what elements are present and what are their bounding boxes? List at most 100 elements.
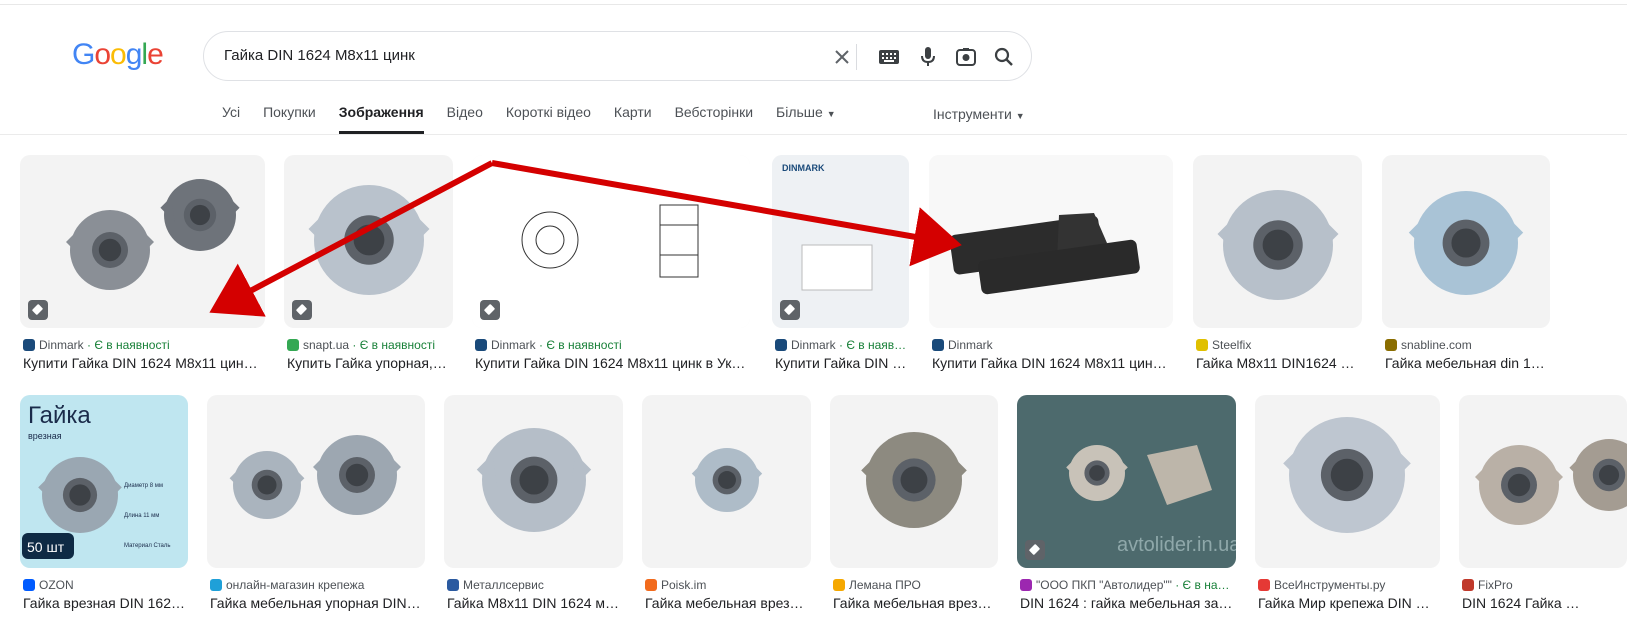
image-result-card[interactable]: онлайн-магазин крепежа Гайка мебельная уп… bbox=[207, 395, 425, 618]
tab-more[interactable]: Більше ▼ bbox=[776, 104, 836, 134]
result-thumbnail[interactable] bbox=[284, 155, 453, 328]
result-source[interactable]: Poisk.im bbox=[645, 578, 814, 592]
ozon-count: 50 шт bbox=[27, 539, 65, 555]
stock-status: · Є в наявності bbox=[535, 338, 622, 352]
search-box[interactable]: Гайка DIN 1624 M8x11 цинк bbox=[203, 31, 1032, 81]
result-title[interactable]: Купити Гайка DIN 1624 M8x11 цин… bbox=[932, 355, 1176, 371]
thumbnail-image bbox=[691, 448, 763, 512]
result-thumbnail[interactable] bbox=[642, 395, 811, 568]
tab-images[interactable]: Зображення bbox=[338, 104, 424, 134]
site-favicon-icon bbox=[645, 579, 657, 591]
result-title[interactable]: Гайка мебельная din 1… bbox=[1385, 355, 1553, 371]
site-favicon-icon bbox=[447, 579, 459, 591]
result-thumbnail[interactable]: avtolider.in.ua bbox=[1017, 395, 1236, 568]
result-source[interactable]: snapt.ua · Є в наявності bbox=[287, 338, 456, 352]
tab-shopping[interactable]: Покупки bbox=[263, 104, 316, 134]
site-favicon-icon bbox=[23, 579, 35, 591]
thumbnail-image bbox=[861, 432, 967, 528]
image-result-card[interactable]: Dinmark · Є в наявності Купити Гайка DIN … bbox=[472, 155, 750, 378]
chevron-down-icon: ▼ bbox=[826, 109, 836, 119]
image-result-card[interactable]: Лемана ПРО Гайка мебельная врез… bbox=[830, 395, 998, 618]
result-title[interactable]: Гайка мебельная врез… bbox=[833, 595, 1001, 611]
clear-icon[interactable] bbox=[829, 44, 855, 70]
top-divider bbox=[0, 4, 1627, 5]
image-result-card[interactable]: Dinmark · Є в наявності Купити Гайка DIN … bbox=[20, 155, 265, 378]
result-source[interactable]: Лемана ПРО bbox=[833, 578, 1001, 592]
image-result-card[interactable]: FixPro DIN 1624 Гайка … bbox=[1459, 395, 1627, 618]
image-result-card[interactable]: snapt.ua · Є в наявності Купить Гайка упо… bbox=[284, 155, 453, 378]
result-thumbnail[interactable] bbox=[444, 395, 623, 568]
product-tag-icon bbox=[780, 300, 800, 320]
result-thumbnail[interactable] bbox=[1193, 155, 1362, 328]
result-thumbnail[interactable] bbox=[830, 395, 998, 568]
result-thumbnail[interactable] bbox=[1382, 155, 1550, 328]
image-result-card[interactable]: Металлсервис Гайка M8x11 DIN 1624 м… bbox=[444, 395, 623, 618]
result-thumbnail[interactable]: DINMARK bbox=[772, 155, 909, 328]
result-source[interactable]: "ООО ПКП "Автолидер"" · Є в на… bbox=[1020, 578, 1239, 592]
image-result-card[interactable]: Dinmark Купити Гайка DIN 1624 M8x11 цин… bbox=[929, 155, 1173, 378]
ozon-spec-1: Диаметр 8 мм bbox=[124, 483, 163, 489]
result-title[interactable]: Гайка мебельная врез… bbox=[645, 595, 814, 611]
result-title[interactable]: Купить Гайка упорная,… bbox=[287, 355, 456, 371]
tab-videos[interactable]: Відео bbox=[447, 104, 483, 134]
result-title[interactable]: Гайка врезная DIN 162… bbox=[23, 595, 191, 611]
image-result-card[interactable]: Гайка врезная Диаметр 8 мм Длина 11 мм Матер… bbox=[20, 395, 188, 618]
site-favicon-icon bbox=[1196, 339, 1208, 351]
result-thumbnail[interactable] bbox=[20, 155, 265, 328]
source-name: ВсеИнструменты.ру bbox=[1274, 578, 1386, 592]
image-result-card[interactable]: DINMARK Dinmark · Є в наяв… Купити Гайка D… bbox=[772, 155, 909, 378]
result-source[interactable]: Steelfix bbox=[1196, 338, 1365, 352]
result-thumbnail[interactable] bbox=[1459, 395, 1627, 568]
result-source[interactable]: snabline.com bbox=[1385, 338, 1553, 352]
thumbnail-image bbox=[66, 179, 240, 290]
google-logo[interactable]: Google bbox=[72, 38, 164, 72]
result-thumbnail[interactable] bbox=[1255, 395, 1440, 568]
tools-menu[interactable]: Інструменти ▼ bbox=[933, 106, 1025, 122]
result-thumbnail[interactable] bbox=[472, 155, 750, 328]
result-source[interactable]: онлайн-магазин крепежа bbox=[210, 578, 428, 592]
source-name: snapt.ua bbox=[303, 338, 350, 352]
keyboard-icon[interactable] bbox=[876, 44, 902, 70]
result-title[interactable]: DIN 1624 : гайка мебельная за… bbox=[1020, 595, 1239, 611]
tab-all[interactable]: Усі bbox=[222, 104, 240, 134]
result-title[interactable]: Купити Гайка DIN … bbox=[775, 355, 912, 371]
result-title[interactable]: Гайка M8x11 DIN1624 … bbox=[1196, 355, 1365, 371]
result-title[interactable]: DIN 1624 Гайка … bbox=[1462, 595, 1627, 611]
result-source[interactable]: ВсеИнструменты.ру bbox=[1258, 578, 1443, 592]
image-result-card[interactable]: snabline.com Гайка мебельная din 1… bbox=[1382, 155, 1550, 378]
result-source[interactable]: Dinmark · Є в наяв… bbox=[775, 338, 912, 352]
search-input[interactable]: Гайка DIN 1624 M8x11 цинк bbox=[224, 47, 415, 64]
result-title[interactable]: Гайка M8x11 DIN 1624 м… bbox=[447, 595, 626, 611]
site-favicon-icon bbox=[775, 339, 787, 351]
logo-letter: o bbox=[94, 38, 111, 71]
camera-lens-icon[interactable] bbox=[953, 44, 979, 70]
image-result-card[interactable]: avtolider.in.ua "ООО ПКП "Автолидер"" · Є… bbox=[1017, 395, 1236, 618]
result-thumbnail[interactable] bbox=[929, 155, 1173, 328]
tab-maps[interactable]: Карти bbox=[614, 104, 652, 134]
site-favicon-icon bbox=[1385, 339, 1397, 351]
result-title[interactable]: Купити Гайка DIN 1624 M8x11 цин… bbox=[23, 355, 268, 371]
result-title[interactable]: Гайка Мир крепежа DIN … bbox=[1258, 595, 1443, 611]
result-source[interactable]: Dinmark · Є в наявності bbox=[23, 338, 268, 352]
image-result-card[interactable]: Steelfix Гайка M8x11 DIN1624 … bbox=[1193, 155, 1362, 378]
result-source[interactable]: Металлсервис bbox=[447, 578, 626, 592]
tab-web[interactable]: Вебсторінки bbox=[675, 104, 753, 134]
result-title[interactable]: Гайка мебельная упорная DIN… bbox=[210, 595, 428, 611]
tab-short-videos[interactable]: Короткі відео bbox=[506, 104, 591, 134]
thumbnail-image bbox=[476, 428, 592, 532]
search-icon[interactable] bbox=[991, 44, 1017, 70]
result-source[interactable]: FixPro bbox=[1462, 578, 1627, 592]
result-source[interactable]: OZON bbox=[23, 578, 191, 592]
result-thumbnail[interactable] bbox=[207, 395, 425, 568]
ozon-spec-2: Длина 11 мм bbox=[124, 513, 159, 519]
product-tag-icon bbox=[28, 300, 48, 320]
result-source[interactable]: Dinmark bbox=[932, 338, 1176, 352]
result-source[interactable]: Dinmark · Є в наявності bbox=[475, 338, 753, 352]
result-thumbnail[interactable]: Гайка врезная Диаметр 8 мм Длина 11 мм Матер… bbox=[20, 395, 188, 568]
source-name: онлайн-магазин крепежа bbox=[226, 578, 365, 592]
thumbnail-image bbox=[1475, 439, 1627, 525]
image-result-card[interactable]: Poisk.im Гайка мебельная врез… bbox=[642, 395, 811, 618]
image-result-card[interactable]: ВсеИнструменты.ру Гайка Мир крепежа DIN … bbox=[1255, 395, 1440, 618]
result-title[interactable]: Купити Гайка DIN 1624 M8x11 цинк в Ук… bbox=[475, 355, 753, 371]
microphone-icon[interactable] bbox=[915, 44, 941, 70]
